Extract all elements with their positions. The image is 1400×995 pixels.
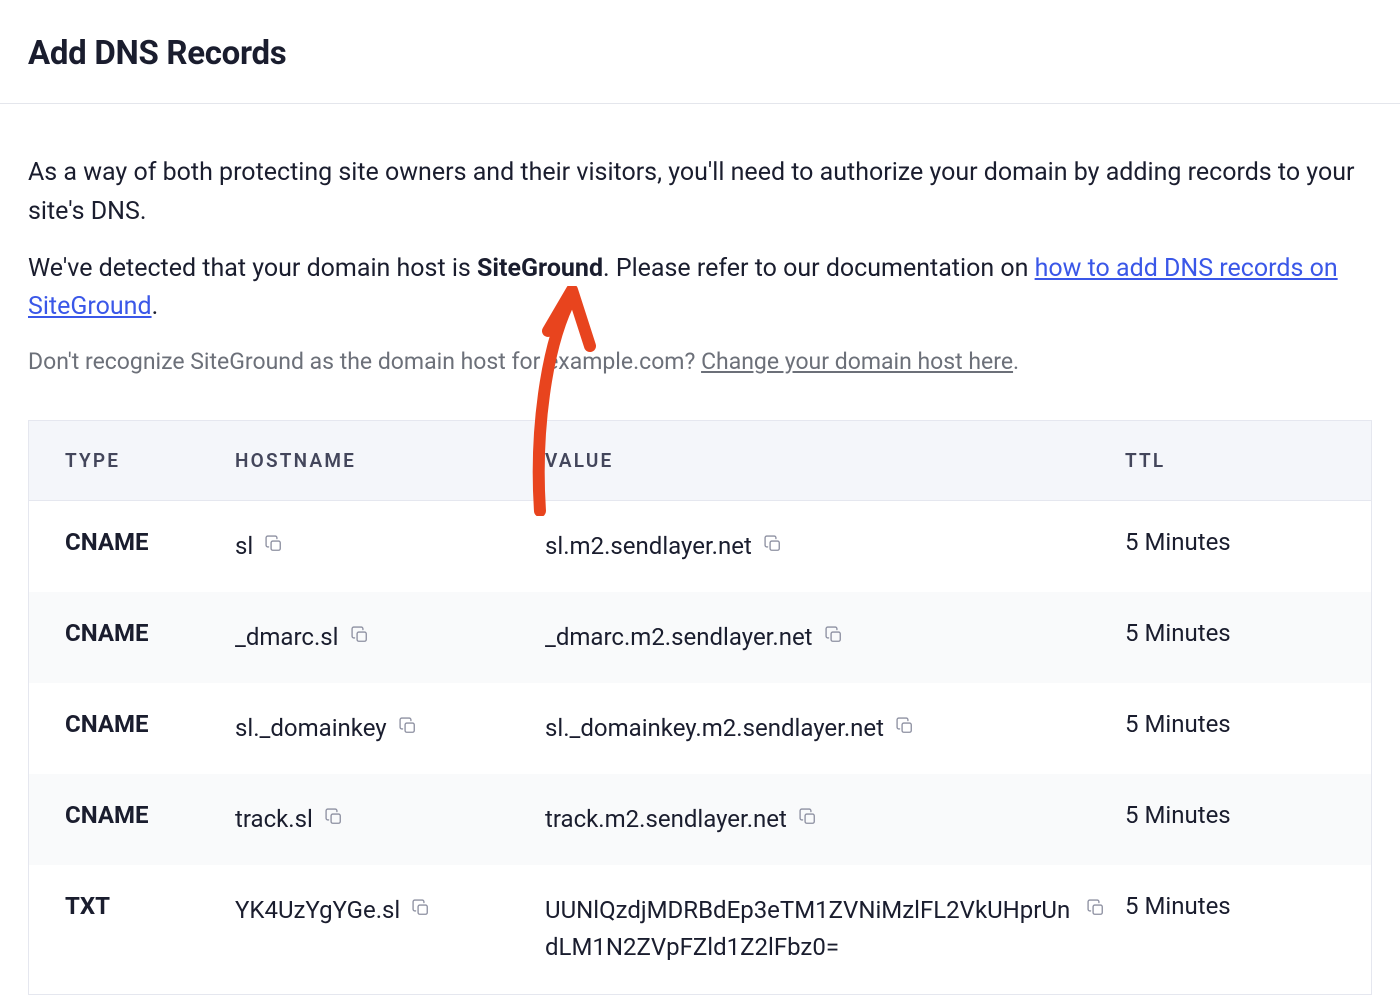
copy-icon [824, 625, 844, 645]
copy-value-button[interactable] [797, 806, 819, 828]
intro-para2-mid: . Please refer to our documentation on [603, 254, 1035, 283]
copy-icon [895, 716, 915, 736]
intro-para2-prefix: We've detected that your domain host is [28, 254, 477, 283]
page-header: Add DNS Records [0, 0, 1400, 104]
cell-type: CNAME [65, 528, 235, 556]
copy-hostname-button[interactable] [323, 806, 345, 828]
cell-hostname: _dmarc.sl [235, 619, 545, 656]
copy-icon [324, 807, 344, 827]
th-ttl: TTL [1125, 449, 1335, 472]
cell-value-text: sl._domainkey.m2.sendlayer.net [545, 710, 884, 747]
dns-records-table: TYPE HOSTNAME VALUE TTL CNAME sl sl.m2.s… [28, 420, 1372, 995]
table-body: CNAME sl sl.m2.sendlayer.net 5 Minutes [29, 501, 1371, 994]
cell-hostname-text: sl._domainkey [235, 710, 387, 747]
intro-para3-suffix: . [1013, 348, 1019, 375]
page-title: Add DNS Records [28, 34, 1372, 73]
cell-type: CNAME [65, 619, 235, 647]
copy-hostname-button[interactable] [410, 897, 432, 919]
table-row: CNAME track.sl track.m2.sendlayer.net 5 [29, 774, 1371, 865]
copy-icon [1086, 898, 1106, 918]
th-value: VALUE [545, 449, 1125, 472]
cell-hostname: YK4UzYgYGe.sl [235, 892, 545, 929]
copy-hostname-button[interactable] [397, 715, 419, 737]
intro-paragraph-3: Don't recognize SiteGround as the domain… [28, 345, 1372, 380]
intro-paragraph-2: We've detected that your domain host is … [28, 250, 1372, 328]
cell-ttl: 5 Minutes [1125, 710, 1335, 738]
copy-icon [350, 625, 370, 645]
intro-para3-prefix: Don't recognize SiteGround as the domain… [28, 348, 701, 375]
intro-para2-suffix: . [152, 292, 159, 321]
cell-value-text: _dmarc.m2.sendlayer.net [545, 619, 813, 656]
cell-ttl: 5 Minutes [1125, 528, 1335, 556]
copy-icon [763, 534, 783, 554]
cell-hostname-text: sl [235, 528, 253, 565]
copy-icon [411, 898, 431, 918]
cell-value-text: sl.m2.sendlayer.net [545, 528, 752, 565]
cell-ttl: 5 Minutes [1125, 801, 1335, 829]
cell-hostname-text: track.sl [235, 801, 313, 838]
cell-ttl: 5 Minutes [1125, 619, 1335, 647]
copy-icon [798, 807, 818, 827]
cell-hostname: sl [235, 528, 545, 565]
cell-value: track.m2.sendlayer.net [545, 801, 1125, 838]
page-container: Add DNS Records As a way of both protect… [0, 0, 1400, 995]
page-body: As a way of both protecting site owners … [0, 104, 1400, 995]
copy-value-button[interactable] [894, 715, 916, 737]
table-row: CNAME sl._domainkey sl._domainkey.m2.sen… [29, 683, 1371, 774]
th-hostname: HOSTNAME [235, 449, 545, 472]
cell-hostname: track.sl [235, 801, 545, 838]
copy-icon [264, 534, 284, 554]
cell-value: sl.m2.sendlayer.net [545, 528, 1125, 565]
intro-paragraph-1: As a way of both protecting site owners … [28, 154, 1372, 232]
table-header-row: TYPE HOSTNAME VALUE TTL [29, 421, 1371, 501]
copy-value-button[interactable] [823, 624, 845, 646]
cell-value-text: track.m2.sendlayer.net [545, 801, 787, 838]
copy-value-button[interactable] [762, 533, 784, 555]
copy-value-button[interactable] [1085, 897, 1107, 919]
copy-hostname-button[interactable] [349, 624, 371, 646]
cell-value: UUNlQzdjMDRBdEp3eTM1ZVNiMzlFL2VkUHprUndL… [545, 892, 1125, 966]
cell-hostname-text: YK4UzYgYGe.sl [235, 892, 400, 929]
detected-host-name: SiteGround [477, 254, 603, 283]
cell-ttl: 5 Minutes [1125, 892, 1335, 920]
copy-icon [398, 716, 418, 736]
cell-type: CNAME [65, 801, 235, 829]
change-domain-host-link[interactable]: Change your domain host here [701, 348, 1013, 375]
cell-hostname-text: _dmarc.sl [235, 619, 339, 656]
th-type: TYPE [65, 449, 235, 472]
table-row: CNAME sl sl.m2.sendlayer.net 5 Minutes [29, 501, 1371, 592]
cell-type: TXT [65, 892, 235, 920]
table-row: CNAME _dmarc.sl _dmarc.m2.sendlayer.net [29, 592, 1371, 683]
cell-value-text: UUNlQzdjMDRBdEp3eTM1ZVNiMzlFL2VkUHprUndL… [545, 892, 1075, 966]
cell-type: CNAME [65, 710, 235, 738]
copy-hostname-button[interactable] [263, 533, 285, 555]
cell-hostname: sl._domainkey [235, 710, 545, 747]
table-row: TXT YK4UzYgYGe.sl UUNlQzdjMDRBdEp3eTM1ZV… [29, 865, 1371, 993]
cell-value: _dmarc.m2.sendlayer.net [545, 619, 1125, 656]
cell-value: sl._domainkey.m2.sendlayer.net [545, 710, 1125, 747]
